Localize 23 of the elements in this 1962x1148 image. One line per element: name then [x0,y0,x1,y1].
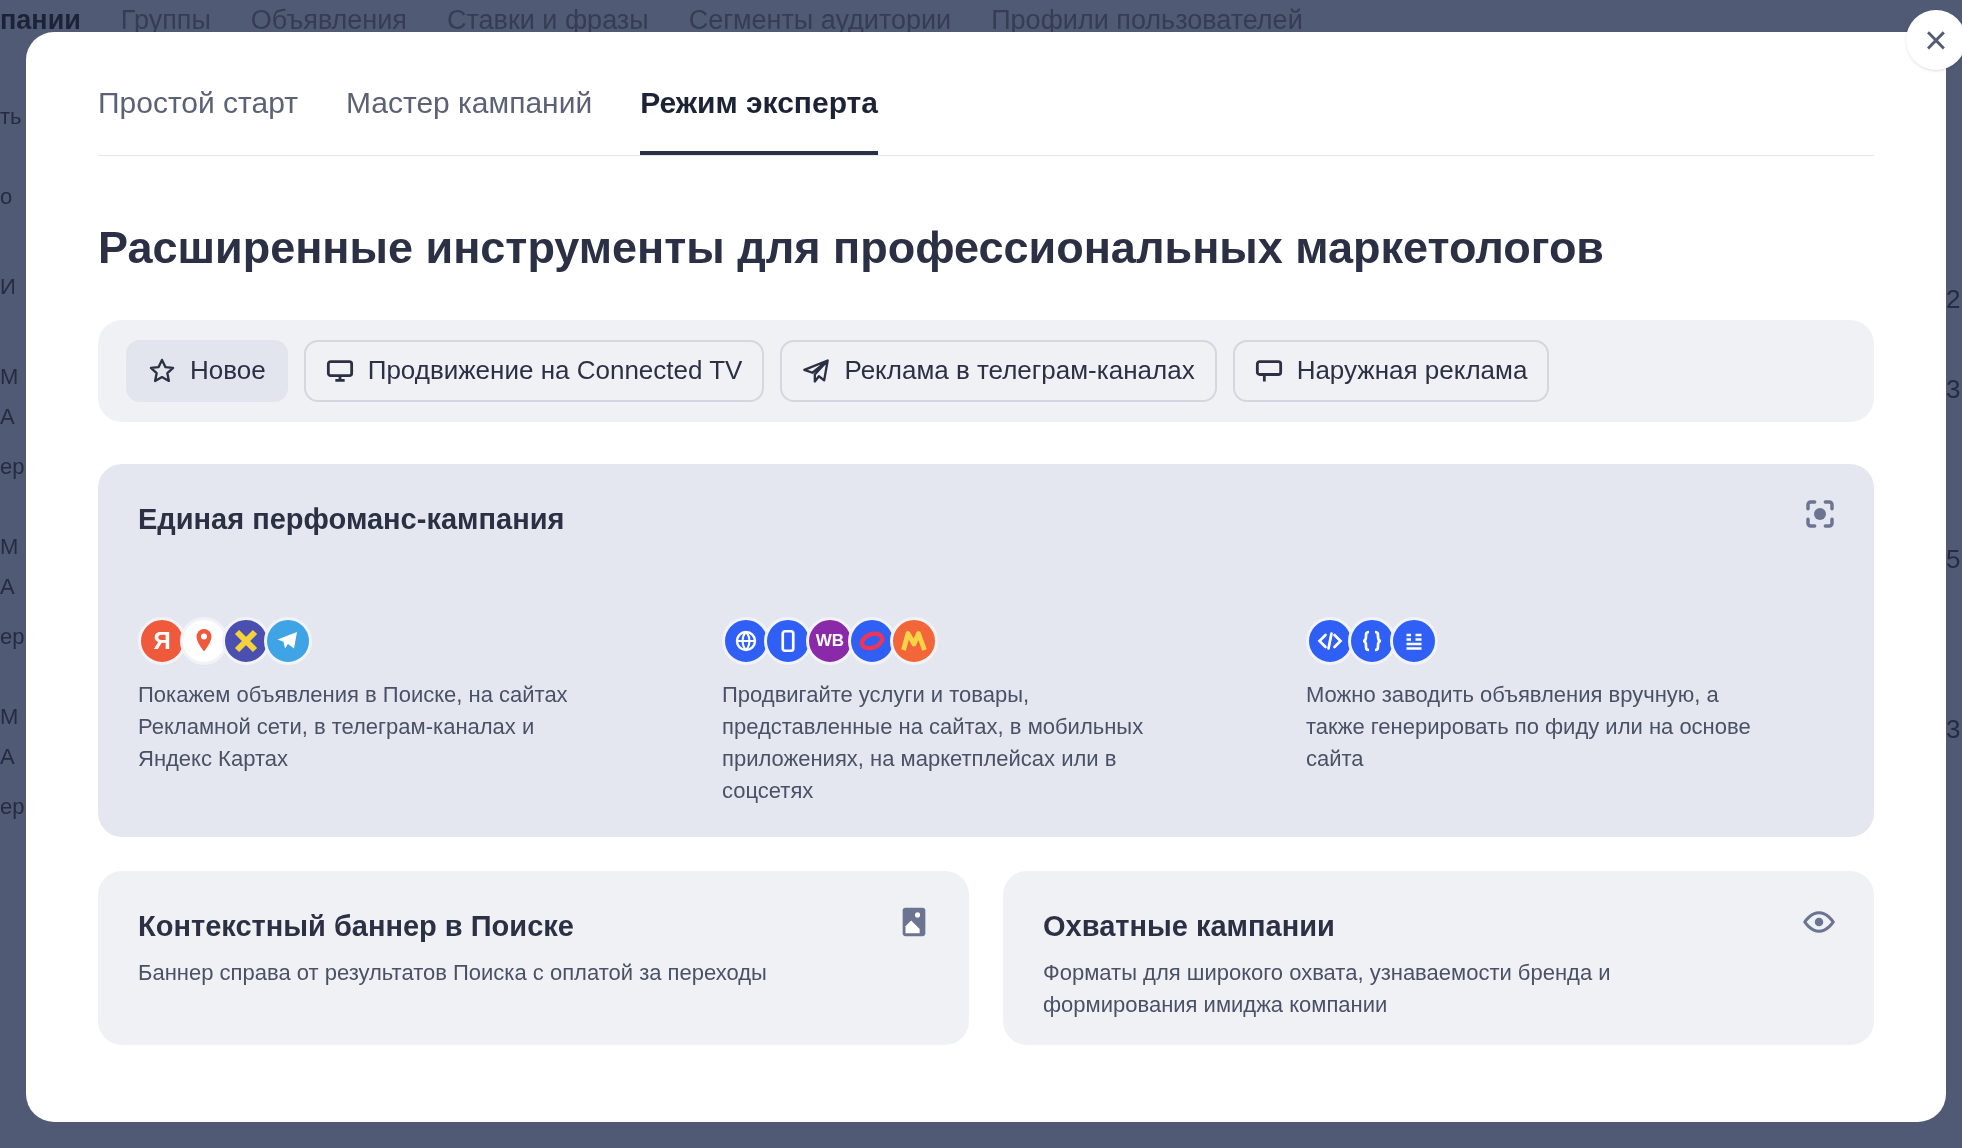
campaign-card[interactable] [98,463,1874,837]
card-description: Форматы для широкого охвата, узнаваемости бренда и формирования имиджа компании [1043,958,1612,1019]
campaign-card[interactable]: Контекстный баннер в Поиске Баннер справа от результатов Поиска с оплатой за переходы [98,871,969,1045]
card-description: Баннер справа от результатов Поиска с оплатой за переходы [138,958,768,987]
star-icon [148,356,176,385]
tab[interactable]: Режим эксперта [640,80,878,155]
card-title: Контекстный баннер в Поиске [138,909,574,944]
close-button[interactable]: × [1906,10,1962,70]
card-title: Охватные кампании [1043,909,1335,944]
tab[interactable]: Мастер кампаний [345,80,593,155]
paper-plane-icon [802,356,831,385]
campaign-card[interactable]: Охватные кампании Форматы для широкого охвата, узнаваемости бренда и формирования имиджа компании [1003,871,1874,1045]
tab[interactable]: Простой старт [98,80,298,155]
filter-chip[interactable]: Новое [126,339,288,402]
filter-chip[interactable]: Наружная реклама [1232,339,1550,402]
filter-chip[interactable]: Реклама в телеграм-каналах [780,339,1217,402]
card-description: Можно заводить объявления вручную, а также генерировать по фиду или на основе сайта [1306,681,1752,773]
filter-chip[interactable]: Продвижение на Connected TV [303,339,765,402]
card-description: Продвигайте услуги и товары, представленные на сайтах, в мобильных приложениях, на маркетплейсах или в соцсетях [722,681,1145,805]
focus-icon [1804,497,1836,530]
card-description: Покажем объявления в Поиске, на сайтах Рекламной сети, в телеграм-каналах и Яндекс Картах [138,681,569,773]
card-title: Единая перфоманс-кампания [138,501,565,537]
page-heading: Расширенные инструменты для профессиональных маркетологов [98,221,1606,275]
